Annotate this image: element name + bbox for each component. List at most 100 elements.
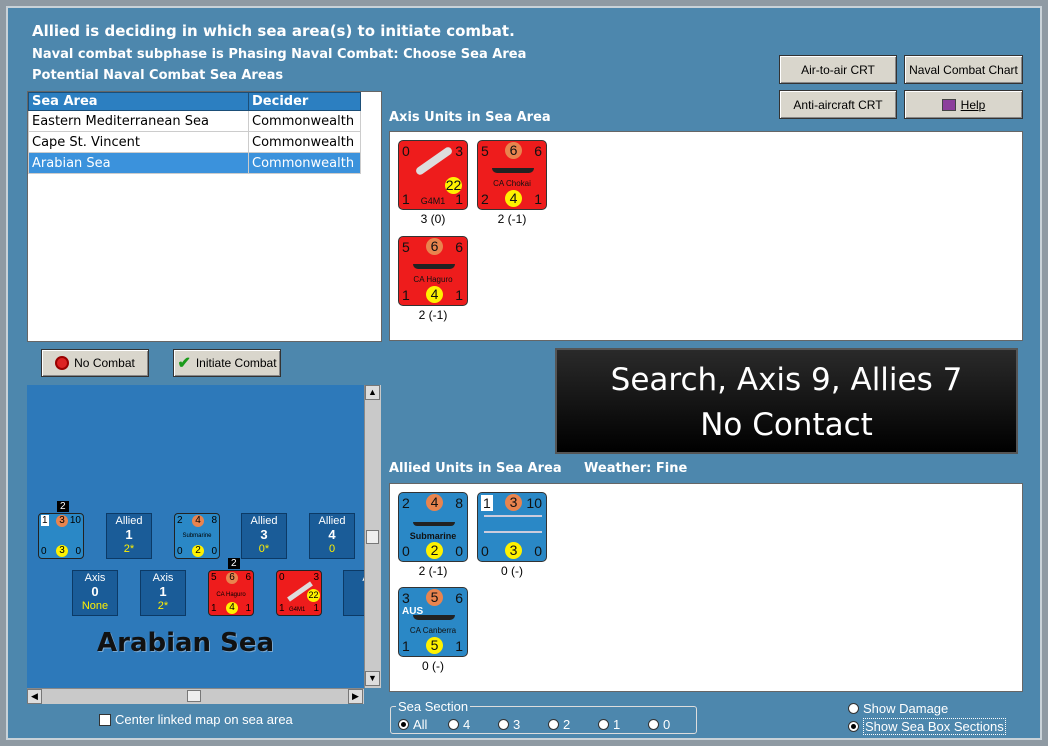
scroll-down-icon[interactable]: ▼	[365, 671, 380, 686]
radio-icon	[848, 703, 859, 714]
checkmark-icon: ✔	[177, 355, 191, 372]
map-title: Arabian Sea	[97, 628, 275, 658]
weather-label: Weather: Fine	[584, 461, 688, 476]
sea-box-axis[interactable]: Axis 0 None	[72, 570, 118, 616]
radio-icon	[448, 719, 459, 730]
scroll-thumb[interactable]	[187, 690, 201, 702]
counter-value: 3	[455, 143, 463, 159]
sea-box-axis[interactable]: Axis 1 2*	[140, 570, 186, 616]
counter-value: 6	[534, 143, 542, 159]
option-label: 0	[663, 717, 671, 732]
counter-value: 5	[426, 637, 443, 654]
box-count: 1	[159, 584, 167, 599]
unit-counter-g4m1[interactable]: 0 3 22 G4M1 1 1	[398, 140, 468, 210]
counter-value: 6	[226, 572, 238, 584]
counter-value: 8	[211, 515, 217, 526]
sea-section-option-all[interactable]: All	[398, 717, 427, 732]
counter-value: 0	[481, 543, 489, 559]
map-counter-allied-fleet[interactable]: 1 3 10 0 3 0	[38, 513, 84, 559]
sea-section-option-4[interactable]: 4	[448, 717, 470, 732]
counter-name: G4M1	[289, 607, 306, 613]
map-counter-submarine[interactable]: 2 4 8 Submarine 0 2 0	[174, 513, 220, 559]
radio-icon	[848, 721, 859, 732]
map-counter-g4m1[interactable]: 0 3 22 G4M1 1 1	[276, 570, 322, 616]
col-decider[interactable]: Decider	[248, 92, 361, 111]
no-combat-label: No Combat	[74, 356, 135, 370]
scroll-thumb[interactable]	[366, 530, 379, 544]
counter-value: 6	[455, 239, 463, 255]
box-label: Axis	[84, 572, 106, 584]
unit-counter-submarine[interactable]: 2 4 8 Submarine 0 2 0	[398, 492, 468, 562]
axis-units-title: Axis Units in Sea Area	[389, 110, 551, 125]
sea-box-axis-partial[interactable]: A	[343, 570, 365, 616]
potential-areas-heading: Potential Naval Combat Sea Areas	[32, 68, 284, 83]
sea-section-legend: Sea Section	[396, 699, 471, 714]
sea-section-option-1[interactable]: 1	[598, 717, 620, 732]
scroll-up-icon[interactable]: ▲	[365, 385, 380, 400]
allied-units-title: Allied Units in Sea Area	[389, 461, 562, 476]
sea-area-map[interactable]: 2 1 3 10 0 3 0 Allied 1 2* 2 4 8 Submarine…	[27, 385, 365, 688]
sea-box-allied[interactable]: Allied 1 2*	[106, 513, 152, 559]
counter-value: 3	[56, 545, 68, 557]
counter-value: 1	[313, 603, 319, 614]
cruiser-icon	[413, 615, 455, 620]
unit-counter-ca-canberra[interactable]: 3 5 6 AUS CA Canberra 1 5 1	[398, 587, 468, 657]
counter-value: 1	[41, 515, 49, 526]
air-to-air-crt-button[interactable]: Air-to-air CRT	[779, 55, 897, 84]
box-label: Allied	[318, 515, 346, 527]
scroll-left-icon[interactable]: ◀	[27, 689, 42, 704]
show-damage-label: Show Damage	[863, 701, 949, 716]
no-combat-button[interactable]: No Combat	[41, 349, 149, 377]
counter-value: 6	[245, 572, 251, 583]
option-label: 1	[613, 717, 621, 732]
counter-value: 3	[313, 572, 319, 583]
sea-box-allied[interactable]: Allied 3 0*	[241, 513, 287, 559]
center-linked-label: Center linked map on sea area	[115, 712, 293, 727]
box-label: Allied	[115, 515, 143, 527]
box-count: 4	[328, 527, 336, 542]
unit-counter-ca-haguro[interactable]: 5 6 6 CA Haguro 1 4 1	[398, 236, 468, 306]
help-label: Help	[960, 97, 986, 112]
center-linked-checkbox[interactable]: Center linked map on sea area	[99, 712, 293, 727]
table-row[interactable]: Cape St. Vincent Commonwealth	[28, 131, 361, 153]
counter-value: 0	[534, 543, 542, 559]
cruiser-icon	[413, 264, 455, 269]
counter-value: 6	[505, 142, 522, 159]
option-label: 2	[563, 717, 571, 732]
sea-section-option-0[interactable]: 0	[648, 717, 670, 732]
counter-value: 0	[41, 546, 47, 557]
box-sub: 2*	[157, 600, 169, 612]
anti-aircraft-crt-button[interactable]: Anti-aircraft CRT	[779, 90, 897, 119]
help-button[interactable]: Help	[904, 90, 1023, 119]
counter-value: 2	[481, 191, 489, 207]
box-count: 1	[125, 527, 133, 542]
map-horizontal-scrollbar[interactable]: ◀ ▶	[27, 688, 364, 704]
counter-value: 8	[455, 495, 463, 511]
help-book-icon	[941, 98, 956, 111]
sea-section-option-3[interactable]: 3	[498, 717, 520, 732]
counter-value: 0	[211, 546, 217, 557]
counter-value: 4	[192, 515, 204, 527]
unit-counter-convoy[interactable]: 1 3 10 0 3 0	[477, 492, 547, 562]
scroll-right-icon[interactable]: ▶	[348, 689, 363, 704]
cell-decider: Commonwealth	[248, 152, 361, 174]
sea-section-option-2[interactable]: 2	[548, 717, 570, 732]
sea-box-allied[interactable]: Allied 4 0	[309, 513, 355, 559]
counter-value: 3	[56, 515, 68, 527]
counter-name: CA Haguro	[413, 275, 453, 284]
naval-combat-chart-button[interactable]: Naval Combat Chart	[904, 55, 1023, 84]
col-sea-area[interactable]: Sea Area	[28, 92, 249, 111]
show-sea-box-sections-radio[interactable]: Show Sea Box Sections	[848, 718, 1006, 735]
box-sub: 2*	[123, 543, 135, 555]
sea-section-group: Sea Section All 4 3 2 1 0	[390, 699, 697, 734]
table-row[interactable]: Eastern Mediterranean Sea Commonwealth	[28, 110, 361, 132]
table-row-selected[interactable]: Arabian Sea Commonwealth	[28, 152, 361, 174]
unit-counter-ca-chokai[interactable]: 5 6 6 CA Chokai 2 4 1	[477, 140, 547, 210]
cell-sea-area: Eastern Mediterranean Sea	[28, 110, 249, 132]
map-counter-ca-haguro[interactable]: 5 6 6 CA Haguro 1 4 1	[208, 570, 254, 616]
map-vertical-scrollbar[interactable]: ▲ ▼	[364, 385, 381, 688]
initiate-combat-button[interactable]: ✔ Initiate Combat	[173, 349, 281, 377]
status-line: Allied is deciding in which sea area(s) …	[32, 22, 515, 40]
radio-icon	[648, 719, 659, 730]
show-damage-radio[interactable]: Show Damage	[848, 701, 948, 716]
